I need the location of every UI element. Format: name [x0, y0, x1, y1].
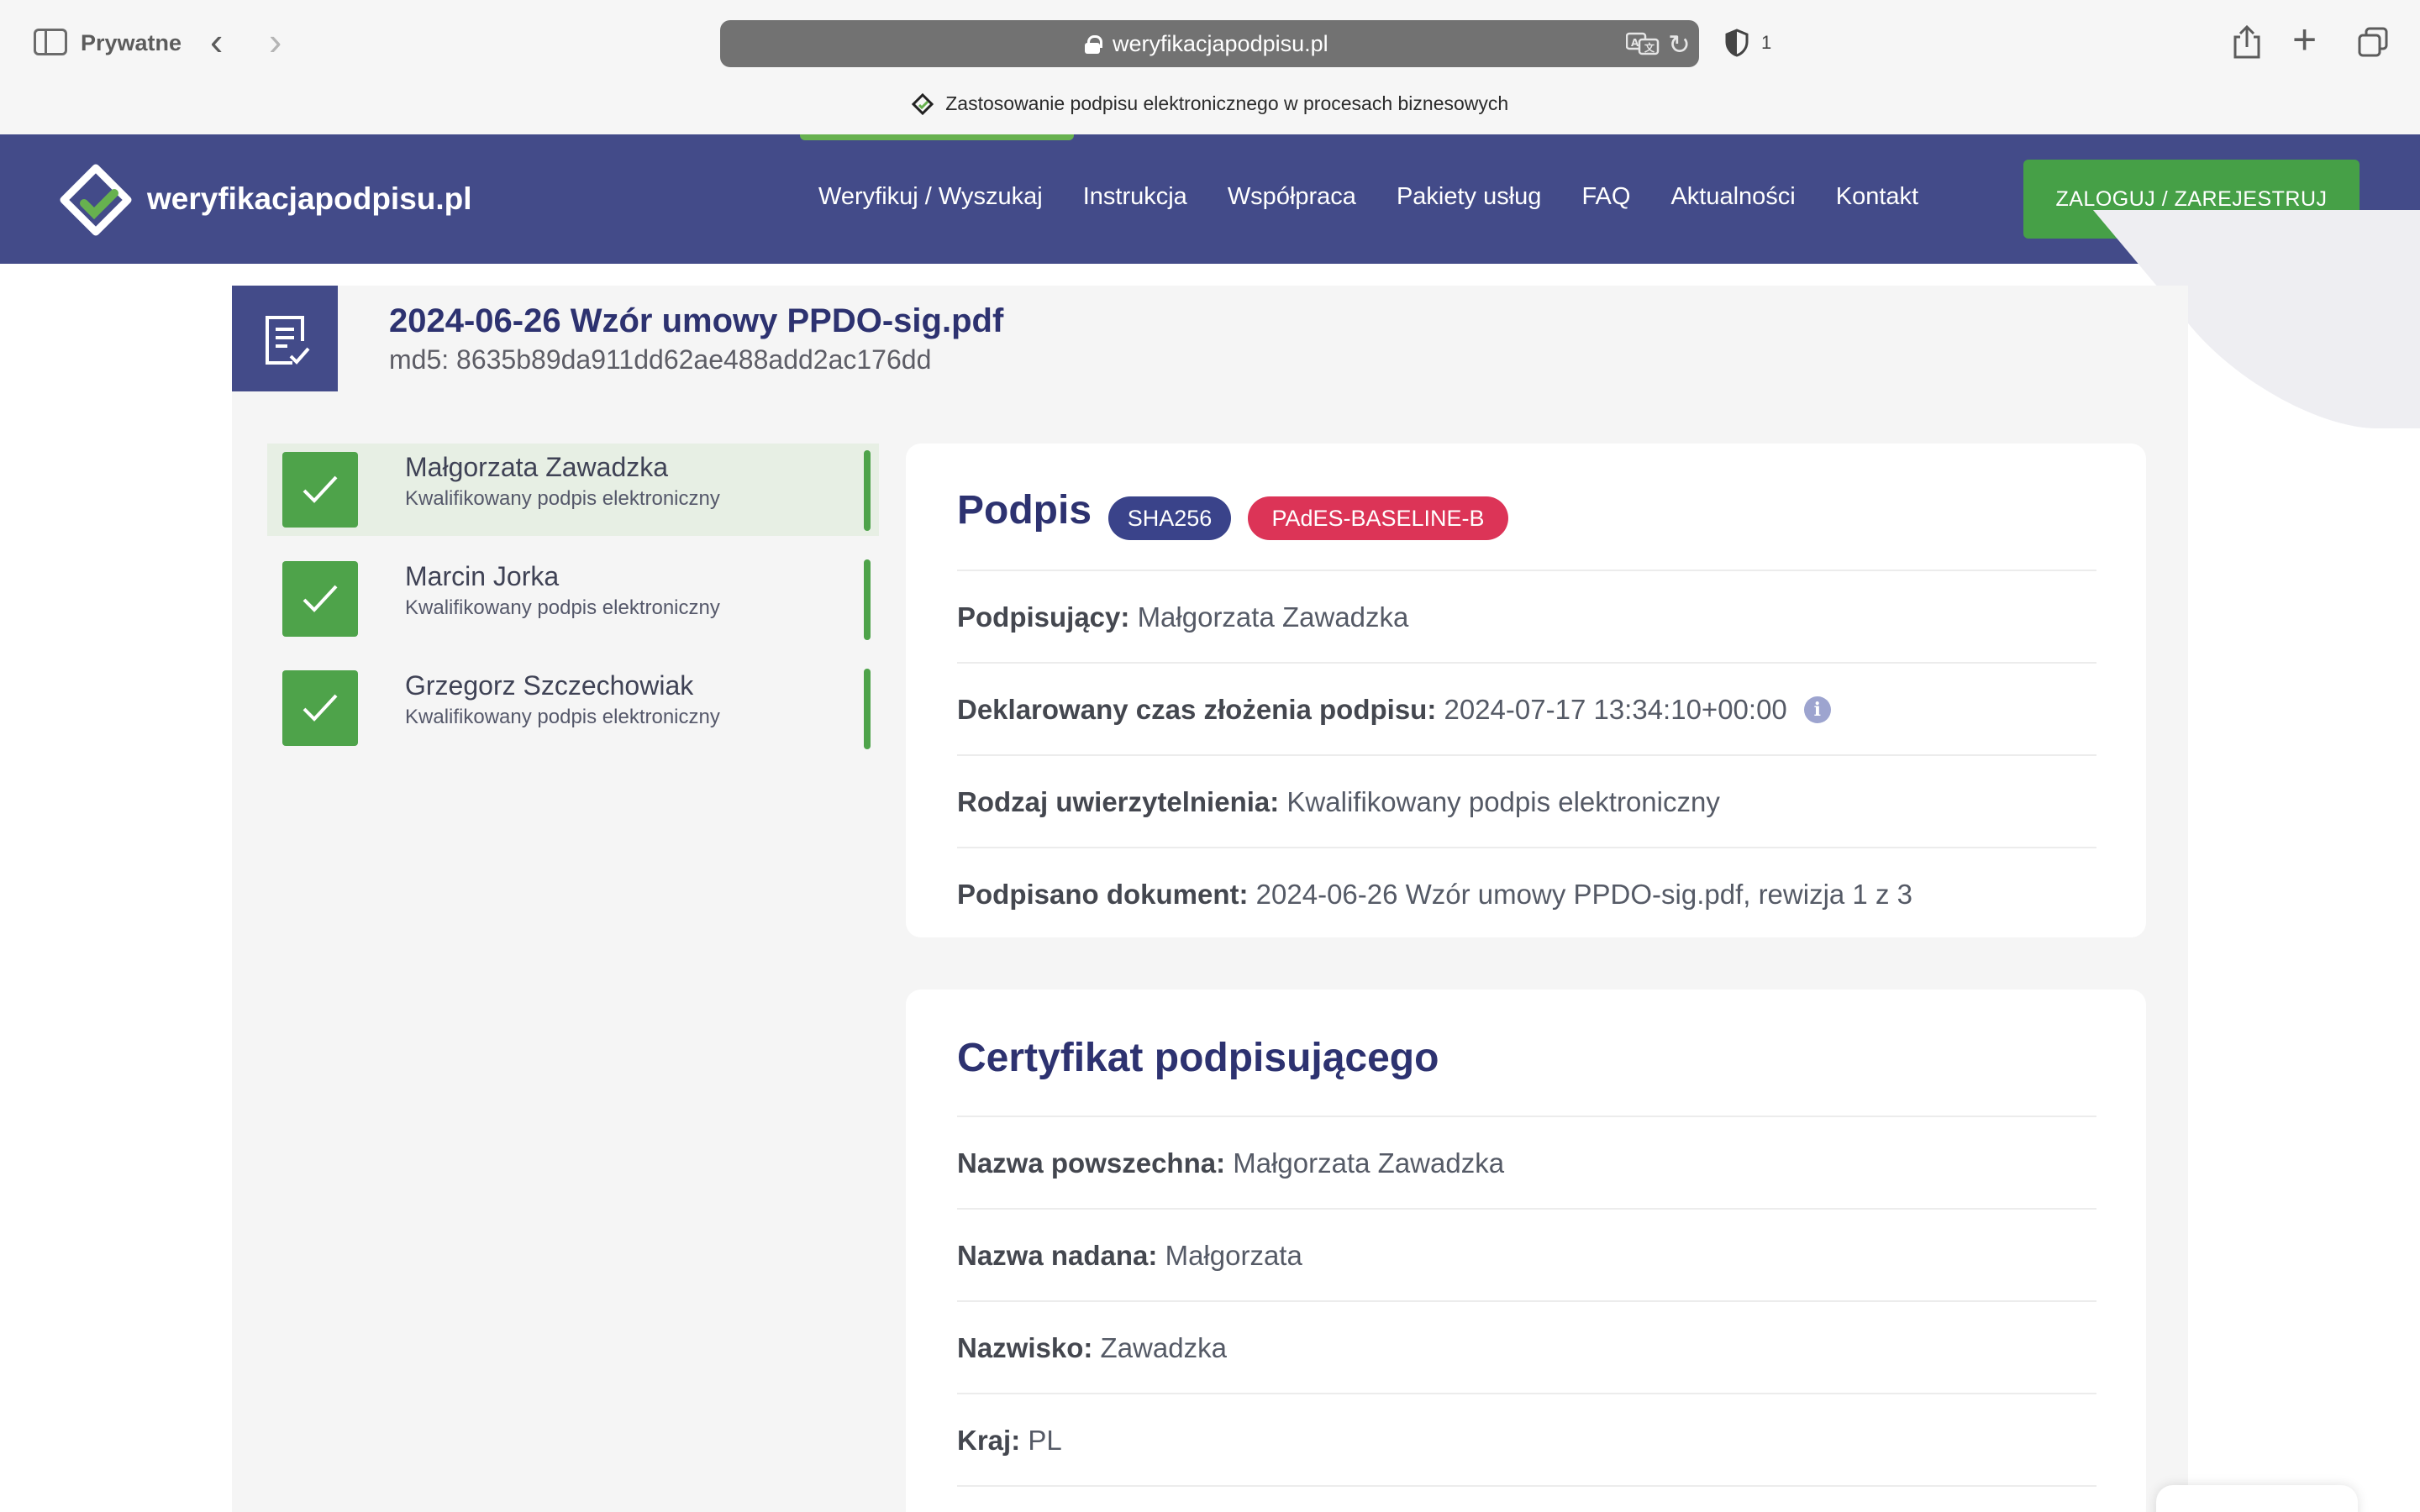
row-label: Nazwisko:	[957, 1332, 1093, 1363]
row-label: Nazwa nadana:	[957, 1240, 1158, 1271]
row-value: Małgorzata Zawadzka	[1233, 1147, 1505, 1179]
signer-status-bar	[864, 450, 871, 531]
signer-name: Grzegorz Szczechowiak	[405, 670, 694, 701]
browser-toolbar: Prywatne ‹ › weryfikacjapodpisu.pl A 文 ↻	[0, 0, 2420, 87]
signature-format-badge: PAdES-BASELINE-B	[1248, 496, 1508, 540]
document-icon-box	[232, 286, 338, 391]
back-arrow-icon[interactable]: ‹	[210, 22, 223, 60]
sidebar-toggle-icon[interactable]	[34, 29, 67, 55]
floating-widget[interactable]	[2156, 1485, 2358, 1512]
signed-document-row: Podpisano dokument: 2024-06-26 Wzór umow…	[957, 847, 2096, 939]
signer-name: Małgorzata Zawadzka	[405, 452, 669, 482]
logo-icon[interactable]	[59, 163, 133, 237]
row-value: Małgorzata Zawadzka	[1137, 601, 1409, 633]
signer-row: Podpisujący: Małgorzata Zawadzka	[957, 570, 2096, 662]
nav-verify[interactable]: Weryfikuj / Wyszukaj	[818, 183, 1043, 211]
row-label: Deklarowany czas złożenia podpisu:	[957, 694, 1437, 725]
document-check-icon	[264, 314, 311, 366]
share-icon[interactable]	[2232, 24, 2262, 59]
signer-status-bar	[864, 669, 871, 749]
row-label: Podpisujący:	[957, 601, 1130, 633]
nav-news[interactable]: Aktualności	[1670, 183, 1795, 211]
signer-type: Kwalifikowany podpis elektroniczny	[405, 706, 720, 728]
row-value: PL	[1028, 1425, 1062, 1456]
verification-panel: 2024-06-26 Wzór umowy PPDO-sig.pdf md5: …	[232, 286, 2188, 1512]
row-label: Podpisano dokument:	[957, 879, 1249, 910]
signer-item[interactable]: Marcin Jorka Kwalifikowany podpis elektr…	[267, 553, 879, 645]
tab-title: Zastosowanie podpisu elektronicznego w p…	[945, 92, 1509, 114]
row-value: Kwalifikowany podpis elektroniczny	[1286, 786, 1720, 817]
main-nav: Weryfikuj / Wyszukaj Instrukcja Współpra…	[818, 183, 1959, 211]
signer-item[interactable]: Grzegorz Szczechowiak Kwalifikowany podp…	[267, 662, 879, 754]
checkmark-icon	[282, 561, 358, 637]
nav-packages[interactable]: Pakiety usług	[1397, 183, 1542, 211]
signer-name: Marcin Jorka	[405, 561, 560, 591]
row-label: Kraj:	[957, 1425, 1021, 1456]
signature-card: Podpis SHA256 PAdES-BASELINE-B Podpisują…	[906, 444, 2146, 937]
signature-card-title: Podpis	[957, 488, 1092, 533]
active-tab[interactable]: Zastosowanie podpisu elektronicznego w p…	[0, 92, 2420, 133]
checkmark-icon	[282, 452, 358, 528]
row-value: 2024-06-26 Wzór umowy PPDO-sig.pdf, rewi…	[1255, 879, 1912, 910]
site-favicon-icon	[911, 92, 934, 115]
row-label: Nazwa powszechna:	[957, 1147, 1226, 1179]
nav-faq[interactable]: FAQ	[1581, 183, 1630, 211]
given-name-row: Nazwa nadana: Małgorzata	[957, 1208, 2096, 1300]
auth-type-row: Rodzaj uwierzytelnienia: Kwalifikowany p…	[957, 754, 2096, 847]
privacy-shield-icon[interactable]	[1724, 29, 1749, 57]
signer-type: Kwalifikowany podpis elektroniczny	[405, 487, 720, 510]
document-title: 2024-06-26 Wzór umowy PPDO-sig.pdf	[389, 302, 1004, 339]
logo-text[interactable]: weryfikacjapodpisu.pl	[147, 181, 472, 217]
signer-item[interactable]: Małgorzata Zawadzka Kwalifikowany podpis…	[267, 444, 879, 536]
forward-arrow-icon[interactable]: ›	[269, 22, 281, 60]
signer-status-bar	[864, 559, 871, 640]
new-tab-plus-icon[interactable]: +	[2292, 18, 2317, 60]
nav-instructions[interactable]: Instrukcja	[1083, 183, 1187, 211]
site-header: weryfikacjapodpisu.pl Weryfikuj / Wyszuk…	[0, 134, 2420, 264]
address-bar[interactable]: weryfikacjapodpisu.pl A 文 ↻	[720, 20, 1699, 67]
header-accent-bar	[800, 134, 1074, 140]
next-row-divider	[957, 1485, 2096, 1512]
checkmark-icon	[282, 670, 358, 746]
translate-icon[interactable]: A 文	[1625, 32, 1660, 55]
certificate-card: Certyfikat podpisującego Nazwa powszechn…	[906, 990, 2146, 1512]
svg-text:文: 文	[1644, 41, 1655, 54]
lock-icon	[1085, 35, 1102, 54]
tab-overview-icon[interactable]	[2358, 27, 2388, 57]
surname-row: Nazwisko: Zawadzka	[957, 1300, 2096, 1393]
common-name-row: Nazwa powszechna: Małgorzata Zawadzka	[957, 1116, 2096, 1208]
row-value: Małgorzata	[1165, 1240, 1302, 1271]
row-value: 2024-07-17 13:34:10+00:00	[1444, 694, 1787, 725]
row-value: Zawadzka	[1100, 1332, 1227, 1363]
privacy-count: 1	[1761, 32, 1772, 53]
reload-icon[interactable]: ↻	[1668, 29, 1691, 60]
row-label: Rodzaj uwierzytelnienia:	[957, 786, 1280, 817]
info-icon[interactable]: i	[1803, 696, 1831, 723]
country-row: Kraj: PL	[957, 1393, 2096, 1485]
address-bar-url: weryfikacjapodpisu.pl	[1113, 31, 1328, 56]
private-mode-label: Prywatne	[81, 30, 182, 55]
signer-type: Kwalifikowany podpis elektroniczny	[405, 596, 720, 619]
document-md5: md5: 8635b89da911dd62ae488add2ac176dd	[389, 344, 932, 375]
nav-cooperation[interactable]: Współpraca	[1228, 183, 1356, 211]
nav-contact[interactable]: Kontakt	[1836, 183, 1918, 211]
hash-algorithm-badge: SHA256	[1108, 496, 1231, 540]
certificate-card-title: Certyfikat podpisującego	[957, 1036, 1439, 1080]
browser-chrome: Prywatne ‹ › weryfikacjapodpisu.pl A 文 ↻	[0, 0, 2420, 134]
svg-text:A: A	[1631, 37, 1639, 49]
signing-time-row: Deklarowany czas złożenia podpisu: 2024-…	[957, 662, 2096, 754]
